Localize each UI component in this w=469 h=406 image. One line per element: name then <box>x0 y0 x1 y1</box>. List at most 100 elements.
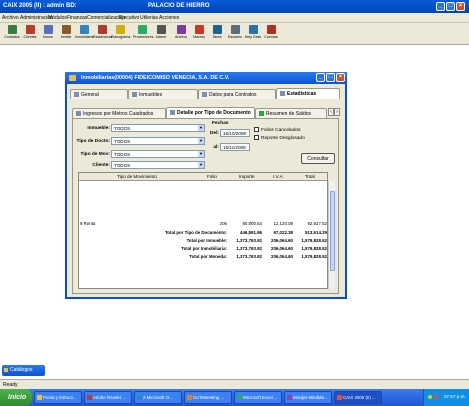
total-label: Total por Moneda: <box>189 254 227 259</box>
inmueble-combo[interactable]: TODOS ▼ <box>111 124 205 132</box>
tab-datos-contratos[interactable]: Datos para Contratos <box>198 89 276 99</box>
menu-utilerias[interactable]: Utilerias <box>140 15 158 21</box>
toolbar-inmue-button[interactable]: Inmue <box>39 24 57 44</box>
maximize-button[interactable]: □ <box>446 2 455 11</box>
toolbar-tarea-button[interactable]: Tarea <box>208 24 226 44</box>
status-bar: Ready <box>0 379 469 389</box>
excel-icon <box>237 395 242 400</box>
toolbar: Contratos Clientes Inmue Inmble Inmobili… <box>0 23 469 45</box>
reporte-desglosado-checkbox[interactable]: Reporte Desglosado <box>254 135 305 141</box>
menu-archivo[interactable]: Archivo <box>2 15 19 21</box>
adobe-icon <box>87 395 92 400</box>
close-button[interactable]: × <box>456 2 465 11</box>
help-icon <box>248 25 258 34</box>
app-subtitle: PALACIO DE HIERRO <box>148 3 210 9</box>
outlook-icon <box>137 395 142 400</box>
clock[interactable]: 07:57 p.m. <box>444 394 466 399</box>
general-icon <box>74 92 79 97</box>
tab-general[interactable]: General <box>70 89 128 99</box>
window-icon <box>4 368 8 372</box>
task-excel[interactable]: Microsoft Excel ... <box>234 391 282 404</box>
total-total: 1,579,828.52 <box>301 246 327 251</box>
realestate-icon <box>79 25 89 34</box>
tab-ingresos-metros[interactable]: Ingresos por Metros Cuadrados <box>72 108 166 118</box>
col-total[interactable]: Total <box>305 174 315 179</box>
mindjet-icon <box>287 395 292 400</box>
menu-modulos[interactable]: Módulos <box>48 15 67 21</box>
del-label: Del: <box>209 131 219 136</box>
toolbar-contratos-button[interactable]: Contratos <box>3 24 21 44</box>
toolbar-clientes-button[interactable]: Clientes <box>21 24 39 44</box>
tab-estadisticas[interactable]: Estadisticas <box>276 88 340 99</box>
property-icon <box>61 25 71 34</box>
catalogos-minimized-window[interactable]: Catálogos <box>2 365 45 376</box>
toolbar-estadisticas-button[interactable]: Estadísticas <box>93 24 112 44</box>
consultar-button[interactable]: Consultar <box>301 153 335 164</box>
cell-folio: 206 <box>219 221 227 226</box>
app-title: CAIX 2005 (II) : admin BD: <box>3 3 77 9</box>
toolbar-cuentas-button[interactable]: Cuentas <box>262 24 280 44</box>
start-button[interactable]: Inicio <box>0 389 32 406</box>
minimize-button[interactable]: _ <box>436 2 445 11</box>
dialog-minimize-button[interactable]: _ <box>316 73 325 82</box>
task-portal[interactable]: Portal y Estruct... <box>34 391 82 404</box>
toolbar-inmobiliaria-button[interactable]: Inmobiliaria <box>75 24 93 44</box>
menu-ejecutivo[interactable]: Ejecutivo <box>119 15 139 21</box>
toolbar-archivo-button[interactable]: Archivo <box>172 24 190 44</box>
tipo-mov-combo[interactable]: TODOS ▼ <box>111 150 205 158</box>
fecha-del-input[interactable]: 16/10/2008 <box>220 129 250 137</box>
toolbar-helpdesk-button[interactable]: Help Desk <box>244 24 262 44</box>
chevron-down-icon[interactable]: ▼ <box>198 162 204 168</box>
macros-icon <box>194 25 204 34</box>
statistics-icon <box>280 91 285 96</box>
contract-data-icon <box>202 92 207 97</box>
col-iva[interactable]: I.V.A. <box>273 174 284 179</box>
task-adobe-reader[interactable]: Adobe Reader ... <box>84 391 132 404</box>
total-importe: 1,373,763.92 <box>236 246 262 251</box>
checkbox-box[interactable] <box>254 135 259 140</box>
task-caix[interactable]: CAIX 2005 (II) ... <box>334 391 382 404</box>
col-importe[interactable]: Importe <box>239 174 255 179</box>
menu-acciones[interactable]: Acciones <box>159 15 179 21</box>
tab-detalle-documento[interactable]: Detalle por Tipo de Documento <box>166 107 255 118</box>
tab-resumen-saldos[interactable]: Resumen de Saldos <box>255 108 327 118</box>
chevron-down-icon[interactable]: ▼ <box>198 138 204 144</box>
total-importe: 1,373,763.92 <box>236 254 262 259</box>
chevron-down-icon[interactable]: ▼ <box>198 151 204 157</box>
buildings-icon <box>132 92 137 97</box>
dialog-maximize-button[interactable]: □ <box>326 73 335 82</box>
task-gotomeeting[interactable]: GoToMeeting ... <box>184 391 232 404</box>
fecha-al-input[interactable]: 15/11/2008 <box>220 143 250 151</box>
system-tray: 07:57 p.m. <box>423 389 469 406</box>
toolbar-inmble-button[interactable]: Inmble <box>57 24 75 44</box>
toolbar-macros-button[interactable]: Macros <box>190 24 208 44</box>
task-mindjet[interactable]: Mindjet MindMa... <box>284 391 332 404</box>
inmueble-label: Inmueble: <box>87 126 110 131</box>
scrollbar-thumb[interactable] <box>330 191 335 271</box>
col-tipo-movimiento[interactable]: Tipo de Movimiento <box>117 174 157 179</box>
cliente-combo[interactable]: TODOS ▼ <box>111 161 205 169</box>
col-folio[interactable]: Folio <box>207 174 217 179</box>
toolbar-jobber-button[interactable]: Jobber <box>152 24 170 44</box>
task-microsoft-outlook[interactable]: 2 Microsoft O... <box>134 391 182 404</box>
dialog-close-button[interactable]: × <box>336 73 345 82</box>
cliente-label: Cliente: <box>92 163 110 168</box>
clients-icon <box>25 25 35 34</box>
toolbar-escaneo-button[interactable]: Escanéo <box>226 24 244 44</box>
menu-finanzas[interactable]: Finanzas <box>67 15 87 21</box>
grid-vertical-scrollbar[interactable] <box>328 181 335 289</box>
total-label: Total por Inmobiliaria: <box>181 246 227 251</box>
tab-scroll-right-button[interactable]: › <box>334 108 340 116</box>
chevron-down-icon[interactable]: ▼ <box>198 125 204 131</box>
window-icon <box>69 75 76 81</box>
grid-header: Tipo de Movimiento Folio Importe I.V.A. … <box>79 173 327 181</box>
folios-cancelados-checkbox[interactable]: Folios Cancelados <box>254 127 300 133</box>
tab-inmuebles[interactable]: Inmuebles <box>128 89 198 99</box>
checkbox-box[interactable] <box>254 127 259 132</box>
network-icon[interactable] <box>428 395 432 399</box>
document-icon <box>170 110 175 115</box>
tipo-docto-combo[interactable]: TODOS ▼ <box>111 137 205 145</box>
toolbar-proveedores-button[interactable]: Proveedores <box>133 24 153 44</box>
antivirus-icon[interactable] <box>434 395 438 399</box>
toolbar-planograma-button[interactable]: Planograma <box>111 24 130 44</box>
